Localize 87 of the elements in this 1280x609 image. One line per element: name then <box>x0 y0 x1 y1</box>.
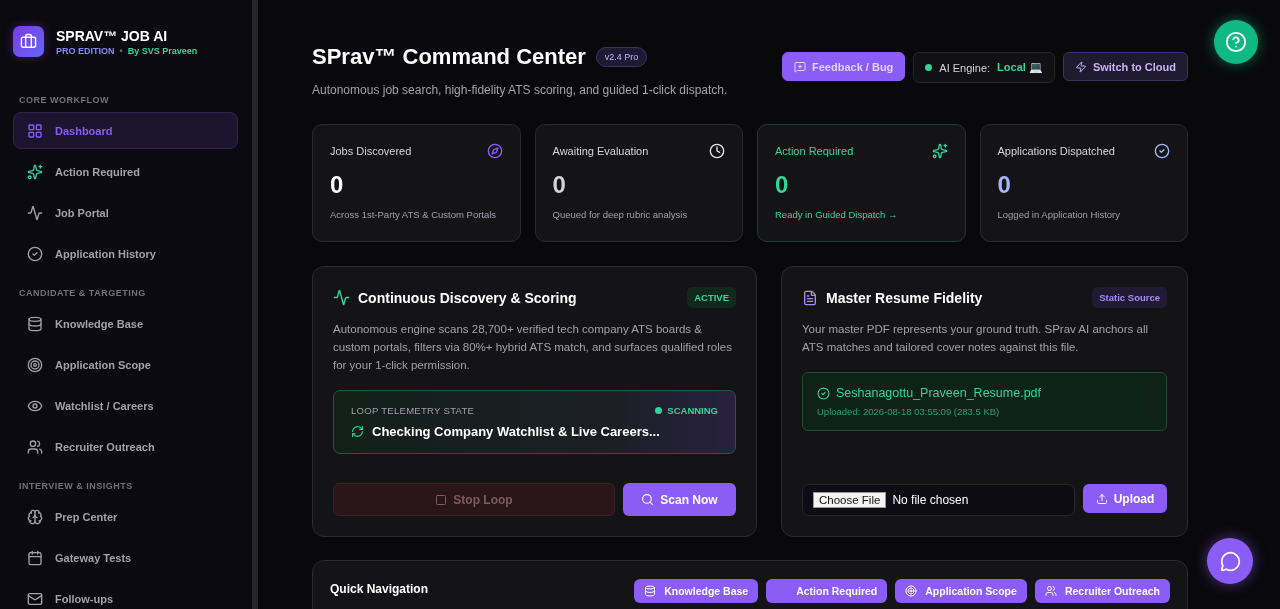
panel-description: Your master PDF represents your ground truth. SPrav AI anchors all ATS matches and tailored cover notes against this file. <box>802 322 1150 355</box>
square-icon <box>435 493 448 506</box>
sidebar-item[interactable]: Prep Center <box>13 498 238 535</box>
scan-now-button[interactable]: Scan Now <box>623 483 736 516</box>
panel-title: Continuous Discovery & Scoring <box>358 289 577 306</box>
author-label: By SVS Praveen <box>127 45 198 56</box>
engine-status: AI Engine: Local 💻 <box>913 52 1055 83</box>
quick-navigation-title: Quick Navigation <box>330 582 429 596</box>
mail-icon <box>27 590 43 607</box>
source-badge: Static Source <box>1092 287 1167 308</box>
page-title: SPrav™ Command Center <box>312 44 586 70</box>
database-icon <box>644 585 657 597</box>
telemetry-state: SCANNING <box>655 405 718 416</box>
file-input[interactable]: Choose File No file chosen <box>802 484 1075 516</box>
chat-bubble-icon <box>1219 550 1241 572</box>
target-icon <box>905 585 918 597</box>
check-circle-icon <box>1154 143 1170 159</box>
stat-label: Action Required <box>775 145 854 157</box>
stat-label: Awaiting Evaluation <box>552 145 649 157</box>
lightning-icon <box>1074 60 1087 73</box>
chat-button[interactable] <box>1207 538 1253 584</box>
quick-link[interactable]: Action Required <box>766 579 888 603</box>
check-circle-icon <box>27 245 43 262</box>
stat-note: Across 1st-Party ATS & Custom Portals <box>330 209 498 220</box>
sidebar-item[interactable]: Application History <box>13 235 238 272</box>
check-circle-icon <box>817 386 830 400</box>
message-plus-icon <box>794 60 807 73</box>
calendar-icon <box>27 549 43 566</box>
users-icon <box>1044 585 1057 597</box>
sidebar-item[interactable]: Application Scope <box>13 346 238 383</box>
search-icon <box>641 493 655 506</box>
switch-cloud-button[interactable]: Switch to Cloud <box>1062 52 1188 81</box>
choose-file-button[interactable]: Choose File <box>813 492 887 508</box>
upload-icon <box>1095 492 1108 505</box>
telemetry-label: LOOP TELEMETRY STATE <box>351 405 475 416</box>
stat-note: Queued for deep rubric analysis <box>552 209 689 220</box>
quick-link[interactable]: Knowledge Base <box>634 579 759 603</box>
refresh-icon <box>351 425 364 438</box>
sidebar-item[interactable]: Dashboard <box>13 112 238 149</box>
stat-note: Logged in Application History <box>997 209 1122 220</box>
sidebar-item[interactable]: Watchlist / Careers <box>13 387 238 424</box>
panel-title: Master Resume Fidelity <box>826 289 983 306</box>
file-name: Seshanagottu_Praveen_Resume.pdf <box>836 386 1041 400</box>
clock-icon <box>709 143 725 159</box>
database-icon <box>27 315 43 332</box>
sidebar-item[interactable]: Knowledge Base <box>13 305 238 342</box>
section-heading: CANDIDATE & TARGETING <box>19 288 147 298</box>
sidebar-item[interactable]: Action Required <box>13 153 238 190</box>
sidebar-item[interactable]: Follow-ups <box>13 580 238 609</box>
pulse-icon <box>27 204 43 221</box>
quick-link[interactable]: Application Scope <box>895 579 1027 603</box>
edition-label: PRO EDITION <box>56 45 115 56</box>
help-button[interactable] <box>1214 20 1258 64</box>
stat-value: 0 <box>997 171 1012 199</box>
briefcase-logo <box>13 26 44 57</box>
status-badge: ACTIVE <box>687 287 736 308</box>
stat-label: Applications Dispatched <box>997 145 1115 157</box>
stat-note[interactable]: Ready in Guided Dispatch → <box>775 209 948 220</box>
section-heading: CORE WORKFLOW <box>19 95 110 105</box>
pulse-icon <box>333 289 350 306</box>
telemetry-message: Checking Company Watchlist & Live Careers... <box>372 424 660 439</box>
target-icon <box>27 356 43 373</box>
section-heading: INTERVIEW & INSIGHTS <box>19 481 134 491</box>
version-badge: v2.4 Pro <box>595 47 648 67</box>
upload-button[interactable]: Upload <box>1083 484 1167 513</box>
sidebar-item[interactable]: Gateway Tests <box>13 539 238 576</box>
sidebar-item[interactable]: Job Portal <box>13 194 238 231</box>
stat-value: 0 <box>552 171 567 199</box>
panel-description: Autonomous engine scans 28,700+ verified tech company ATS boards & custom portals, filters via 80%+ hybrid ATS match, and surfaces qualified roles for your 1-click permission. <box>333 322 733 373</box>
stat-value: 0 <box>330 171 345 199</box>
help-icon <box>1225 31 1247 53</box>
separator-dot: • <box>119 45 123 56</box>
page-subtitle: Autonomous job search, high-fidelity ATS scoring, and guided 1-click dispatch. <box>312 83 728 97</box>
sparkles-icon <box>27 163 43 180</box>
sidebar-item[interactable]: Recruiter Outreach <box>13 428 238 465</box>
document-icon <box>802 289 818 306</box>
grid-icon <box>27 122 43 139</box>
brain-icon <box>27 508 43 525</box>
file-meta: Uploaded: 2026-08-18 03:55:09 (283.5 KB) <box>817 406 1001 417</box>
stat-value: 0 <box>775 171 790 199</box>
sparkles-icon <box>931 143 948 159</box>
quick-link[interactable]: Recruiter Outreach <box>1034 579 1170 603</box>
compass-icon <box>486 143 503 159</box>
users-icon <box>27 438 43 455</box>
brand-title: SPRAV™ JOB AI <box>56 27 169 44</box>
stat-label: Jobs Discovered <box>330 145 412 157</box>
file-status: No file chosen <box>892 493 969 507</box>
